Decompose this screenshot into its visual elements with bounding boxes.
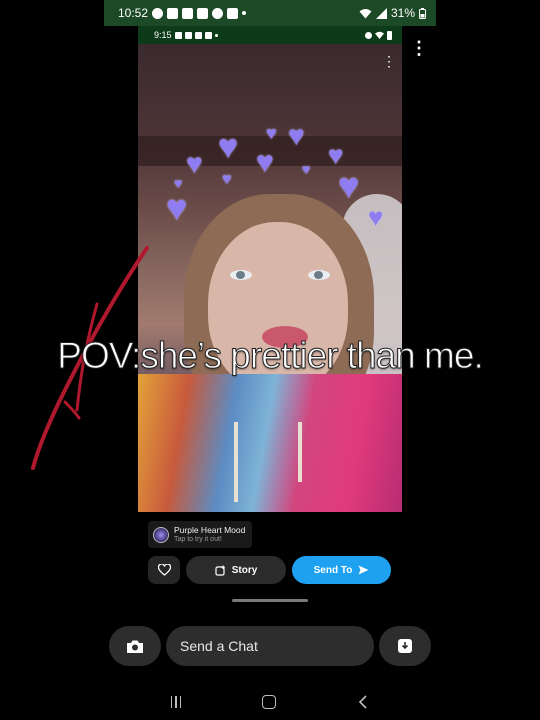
youtube-icon [197, 7, 209, 19]
like-button[interactable] [148, 556, 180, 584]
lens-text: Purple Heart Mood Tap to try it out! [174, 525, 245, 544]
snapchat-icon [152, 7, 164, 19]
hoodie-string [298, 422, 302, 482]
wifi-icon [359, 8, 372, 18]
outer-status-time: 10:52 [118, 6, 149, 20]
story-label: Story [231, 564, 258, 576]
camera-button[interactable] [109, 626, 161, 666]
app-icon [227, 7, 239, 19]
heart-icon: ♥ [266, 123, 277, 143]
heart-icon: ♥ [288, 120, 305, 151]
heart-outline-icon [157, 564, 171, 576]
send-chat-placeholder: Send a Chat [180, 638, 258, 654]
lens-thumbnail-icon [153, 526, 169, 543]
outer-status-bar: 10:52 31% [104, 0, 436, 26]
heart-icon: ♥ [186, 148, 203, 179]
tiktok-icon [174, 31, 182, 39]
snap-photo[interactable]: ♥ ♥ ♥ ♥ ♥ ♥ ♥ ♥ ♥ ♥ ♥ ♥ [138, 44, 402, 512]
swipe-handle[interactable] [232, 599, 308, 602]
battery-icon [419, 7, 426, 19]
send-chat-input[interactable]: Send a Chat [166, 626, 374, 666]
snap-caption: POV:she’s prettier than me. [57, 335, 484, 377]
camera-icon [127, 640, 143, 653]
lens-subtitle: Tap to try it out! [174, 536, 222, 543]
clipboard-icon [194, 31, 202, 39]
send-to-label: Send To [313, 564, 353, 576]
battery-percent: 31% [390, 6, 415, 20]
more-options-icon[interactable]: ⋮ [410, 38, 428, 58]
youtube-icon [182, 7, 194, 19]
heart-icon: ♥ [338, 165, 360, 206]
heart-icon: ♥ [222, 171, 232, 188]
story-button[interactable]: Story [186, 556, 286, 584]
heart-icon: ♥ [368, 202, 384, 232]
inner-status-left: 9:15 [154, 30, 218, 40]
send-to-button[interactable]: Send To [292, 556, 391, 584]
battery-icon [387, 30, 392, 40]
hoodie-string [234, 422, 238, 502]
recents-icon[interactable] [164, 690, 188, 714]
send-arrow-icon [358, 565, 369, 575]
home-icon[interactable] [258, 690, 280, 714]
outer-status-left: 10:52 [118, 6, 247, 20]
reply-sticker-icon [398, 639, 412, 653]
lens-title: Purple Heart Mood [174, 525, 246, 535]
heart-icon: ♥ [302, 161, 311, 177]
left-eye [230, 270, 252, 280]
lens-chip[interactable]: Purple Heart Mood Tap to try it out! [148, 521, 252, 548]
outer-status-right: 31% [359, 6, 426, 20]
heart-icon: ♥ [166, 187, 188, 228]
story-add-icon [215, 565, 225, 576]
tiktok-icon [212, 7, 224, 19]
inner-status-time: 9:15 [154, 30, 172, 40]
wifi-icon [375, 31, 384, 39]
inner-status-bar: 9:15 [138, 26, 402, 44]
inner-status-right [365, 30, 392, 40]
heart-icon: ♥ [218, 128, 239, 166]
snap-more-icon[interactable]: ⋮ [382, 52, 396, 70]
tie-dye-hoodie [138, 374, 402, 512]
signal-icon [375, 7, 387, 19]
system-navigation-bar [0, 690, 540, 714]
eye-icon [365, 31, 372, 39]
c-app-icon [167, 7, 179, 19]
dot-icon [214, 33, 218, 37]
back-icon[interactable] [352, 690, 372, 714]
right-eye [308, 270, 330, 280]
dot-icon [242, 11, 247, 15]
reply-button[interactable] [379, 626, 431, 666]
youtube-icon [184, 31, 192, 39]
android-icon [204, 31, 212, 39]
heart-icon: ♥ [256, 146, 274, 179]
